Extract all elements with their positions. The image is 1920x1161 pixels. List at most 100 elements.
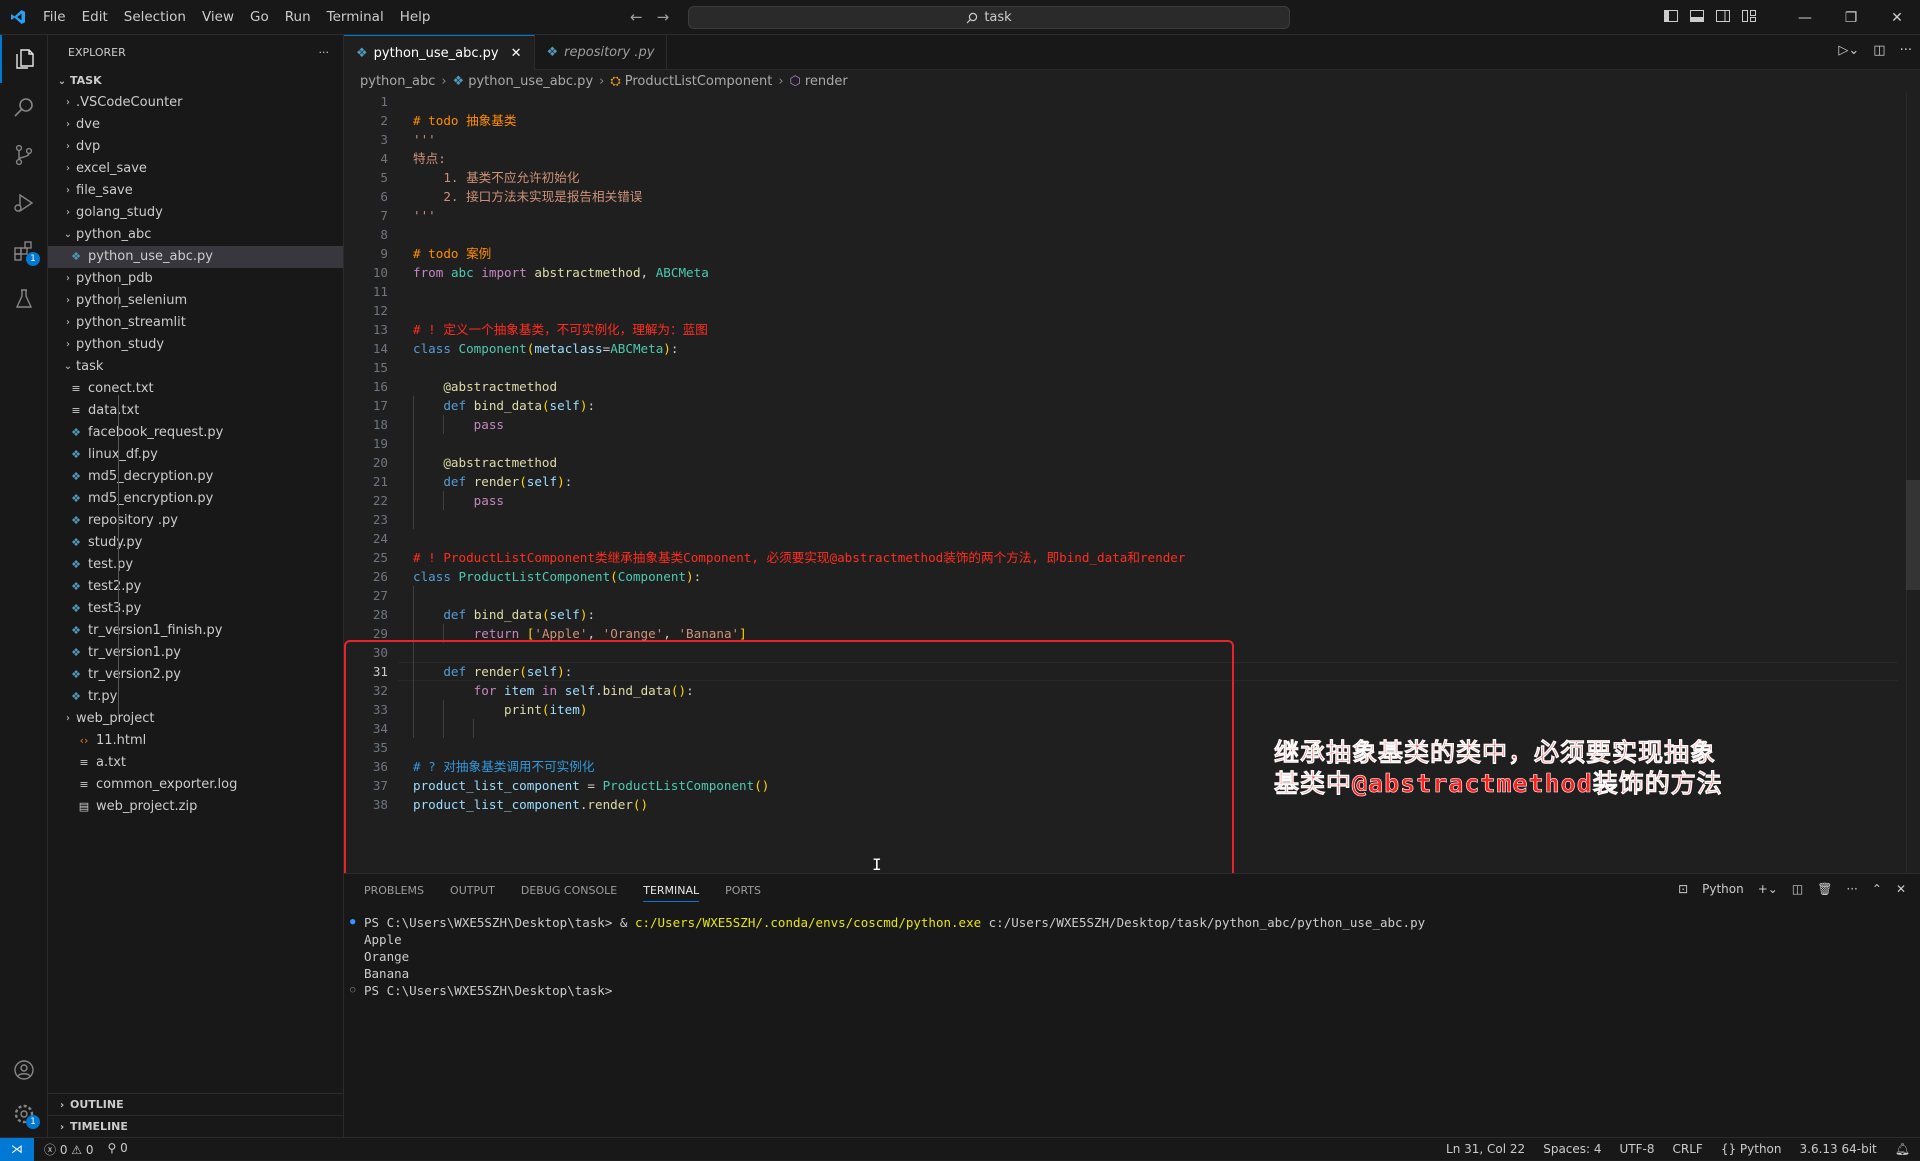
testing-icon[interactable] bbox=[0, 275, 48, 323]
tab-repository[interactable]: ❖ repository .py bbox=[535, 35, 668, 70]
panel-tab-output[interactable]: OUTPUT bbox=[450, 884, 495, 897]
minimize-button[interactable]: — bbox=[1782, 10, 1828, 26]
terminal-shell-label[interactable]: Python bbox=[1702, 882, 1744, 896]
menu-go[interactable]: Go bbox=[242, 0, 277, 35]
code-editor[interactable]: 继承抽象基类的类中，必须要实现抽象 基类中@abstractmethod装饰的方… bbox=[344, 92, 1920, 907]
breadcrumb-file[interactable]: python_use_abc.py bbox=[468, 74, 593, 89]
settings-gear-icon[interactable]: 1 bbox=[0, 1090, 48, 1138]
breadcrumb-class[interactable]: ProductListComponent bbox=[625, 74, 773, 89]
breadcrumb-method[interactable]: render bbox=[805, 74, 848, 89]
folder-item[interactable]: › dve bbox=[48, 114, 343, 136]
eol-status[interactable]: CRLF bbox=[1673, 1142, 1703, 1156]
forward-arrow-icon[interactable]: → bbox=[657, 8, 670, 26]
customize-layout-icon[interactable] bbox=[1742, 9, 1756, 26]
account-icon[interactable] bbox=[0, 1046, 48, 1094]
indentation-status[interactable]: Spaces: 4 bbox=[1543, 1142, 1601, 1156]
folder-item[interactable]: › dvp bbox=[48, 136, 343, 158]
folder-item[interactable]: ⌄ python_abc bbox=[48, 224, 343, 246]
more-actions-icon[interactable]: ··· bbox=[1900, 43, 1912, 58]
run-python-file-icon[interactable]: ▷⌄ bbox=[1838, 43, 1859, 58]
menu-help[interactable]: Help bbox=[392, 0, 439, 35]
menu-edit[interactable]: Edit bbox=[74, 0, 116, 35]
notifications-icon[interactable]: 🔔︎ bbox=[1895, 1142, 1910, 1156]
file-item[interactable]: ❖ md5_encryption.py bbox=[48, 488, 343, 510]
toggle-sidebar-icon[interactable] bbox=[1664, 9, 1678, 26]
ports-status[interactable]: ⚲ 0 bbox=[108, 1141, 128, 1158]
close-window-button[interactable]: ✕ bbox=[1874, 10, 1920, 26]
file-item[interactable]: ❖ repository .py bbox=[48, 510, 343, 532]
timeline-section[interactable]: › TIMELINE bbox=[48, 1115, 344, 1137]
workspace-root[interactable]: ⌄ TASK bbox=[48, 70, 343, 92]
split-editor-icon[interactable]: ◫ bbox=[1873, 43, 1885, 58]
file-item[interactable]: ≡ data.txt bbox=[48, 400, 343, 422]
cursor-position[interactable]: Ln 31, Col 22 bbox=[1446, 1142, 1525, 1156]
search-icon[interactable] bbox=[0, 83, 48, 131]
file-item[interactable]: ▤ web_project.zip bbox=[48, 796, 343, 818]
encoding-status[interactable]: UTF-8 bbox=[1620, 1142, 1655, 1156]
file-item[interactable]: ❖ tr_version2.py bbox=[48, 664, 343, 686]
close-tab-icon[interactable]: ✕ bbox=[511, 46, 522, 61]
kill-terminal-icon[interactable]: 🗑 bbox=[1817, 882, 1832, 896]
menu-selection[interactable]: Selection bbox=[116, 0, 194, 35]
new-terminal-icon[interactable]: +⌄ bbox=[1758, 882, 1778, 896]
run-debug-icon[interactable] bbox=[0, 179, 48, 227]
folder-item[interactable]: › .VSCodeCounter bbox=[48, 92, 343, 114]
back-arrow-icon[interactable]: ← bbox=[630, 8, 643, 26]
overview-ruler[interactable] bbox=[1906, 92, 1920, 892]
panel-tab-debug-console[interactable]: DEBUG CONSOLE bbox=[521, 884, 617, 897]
file-item[interactable]: ❖ python_use_abc.py bbox=[48, 246, 343, 268]
file-item[interactable]: ≡ common_exporter.log bbox=[48, 774, 343, 796]
terminal-output[interactable]: ● PS C:\Users\WXE5SZH\Desktop\task> & c:… bbox=[350, 914, 1425, 999]
toggle-secondary-sidebar-icon[interactable] bbox=[1716, 9, 1730, 26]
file-item[interactable]: ❖ test2.py bbox=[48, 576, 343, 598]
panel-tab-terminal[interactable]: TERMINAL bbox=[643, 884, 700, 902]
panel-tab-problems[interactable]: PROBLEMS bbox=[364, 884, 424, 897]
more-actions-icon[interactable]: ··· bbox=[1846, 882, 1857, 896]
breadcrumb-folder[interactable]: python_abc bbox=[360, 74, 435, 89]
explorer-icon[interactable] bbox=[0, 35, 48, 83]
language-status[interactable]: {} Python bbox=[1721, 1142, 1782, 1156]
maximize-panel-icon[interactable]: ⌃ bbox=[1872, 882, 1882, 896]
scrollbar-thumb[interactable] bbox=[1906, 480, 1920, 590]
source-control-icon[interactable] bbox=[0, 131, 48, 179]
toggle-panel-icon[interactable] bbox=[1690, 9, 1704, 26]
vscode-logo-icon[interactable] bbox=[0, 0, 35, 35]
folder-item[interactable]: › python_pdb bbox=[48, 268, 343, 290]
file-item[interactable]: ≡ a.txt bbox=[48, 752, 343, 774]
file-item[interactable]: ❖ facebook_request.py bbox=[48, 422, 343, 444]
restore-button[interactable]: ❐ bbox=[1828, 10, 1874, 26]
extensions-icon[interactable]: 1 bbox=[0, 227, 48, 275]
file-item[interactable]: ❖ study.py bbox=[48, 532, 343, 554]
file-item[interactable]: ❖ tr_version1_finish.py bbox=[48, 620, 343, 642]
file-item[interactable]: ❖ tr.py bbox=[48, 686, 343, 708]
panel-tab-ports[interactable]: PORTS bbox=[725, 884, 761, 897]
remote-icon[interactable]: ⋊ bbox=[0, 1137, 34, 1161]
split-terminal-icon[interactable]: ◫ bbox=[1792, 882, 1803, 896]
folder-item[interactable]: › python_selenium bbox=[48, 290, 343, 312]
file-item[interactable]: ❖ tr_version1.py bbox=[48, 642, 343, 664]
close-panel-icon[interactable]: ✕ bbox=[1896, 882, 1906, 896]
outline-section[interactable]: › OUTLINE bbox=[48, 1093, 344, 1115]
menu-run[interactable]: Run bbox=[277, 0, 319, 35]
tab-python-use-abc[interactable]: ❖ python_use_abc.py ✕ bbox=[344, 35, 535, 70]
folder-item[interactable]: › golang_study bbox=[48, 202, 343, 224]
file-item[interactable]: ‹› 11.html bbox=[48, 730, 343, 752]
folder-item[interactable]: › web_project bbox=[48, 708, 343, 730]
folder-item[interactable]: › python_study bbox=[48, 334, 343, 356]
command-center[interactable]: task bbox=[688, 6, 1290, 29]
menu-view[interactable]: View bbox=[194, 0, 242, 35]
more-actions-icon[interactable]: ··· bbox=[319, 46, 330, 59]
interpreter-status[interactable]: 3.6.13 64-bit bbox=[1800, 1142, 1877, 1156]
file-item[interactable]: ❖ linux_df.py bbox=[48, 444, 343, 466]
file-item[interactable]: ❖ test.py bbox=[48, 554, 343, 576]
folder-item[interactable]: › python_streamlit bbox=[48, 312, 343, 334]
problems-status[interactable]: ⓧ 0 ⚠ 0 bbox=[44, 1141, 94, 1158]
menu-file[interactable]: File bbox=[35, 0, 74, 35]
file-item[interactable]: ❖ md5_decryption.py bbox=[48, 466, 343, 488]
menu-terminal[interactable]: Terminal bbox=[319, 0, 392, 35]
folder-item[interactable]: ⌄ task bbox=[48, 356, 343, 378]
file-item[interactable]: ❖ test3.py bbox=[48, 598, 343, 620]
folder-item[interactable]: › file_save bbox=[48, 180, 343, 202]
folder-item[interactable]: › excel_save bbox=[48, 158, 343, 180]
file-item[interactable]: ≡ conect.txt bbox=[48, 378, 343, 400]
